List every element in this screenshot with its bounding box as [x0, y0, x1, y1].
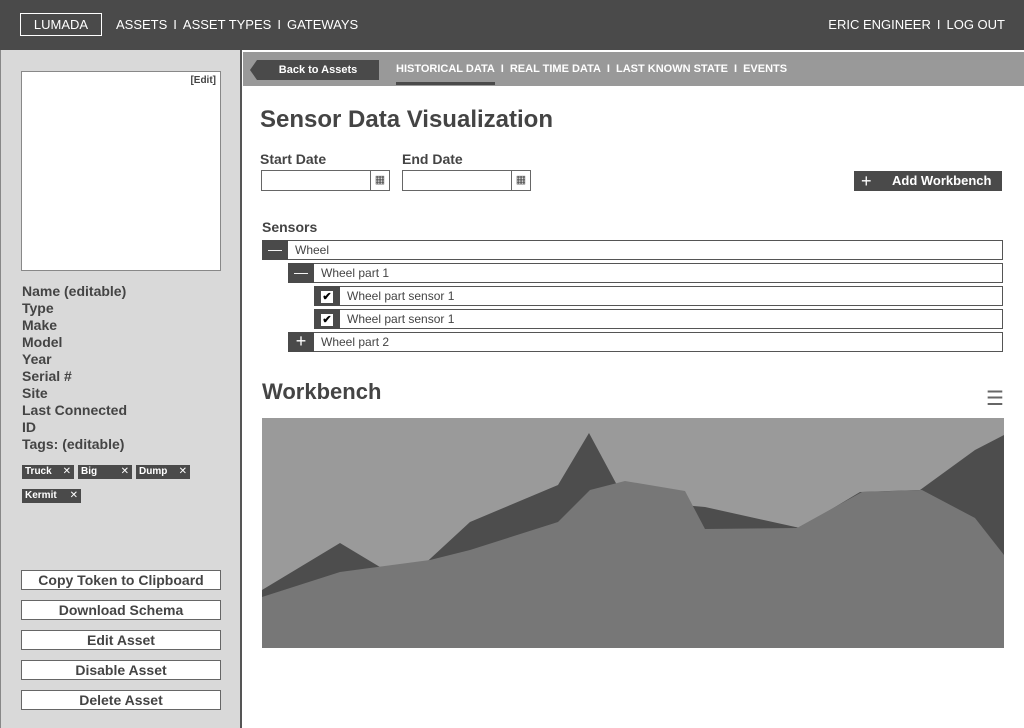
- start-date-label: Start Date: [260, 151, 327, 167]
- tree-label: Wheel part sensor 1: [347, 289, 455, 303]
- copy-token-button[interactable]: Copy Token to Clipboard: [21, 570, 221, 590]
- tree-label: Wheel part 1: [321, 266, 390, 280]
- add-workbench-button[interactable]: + Add Workbench: [854, 171, 1002, 191]
- remove-tag-icon[interactable]: ✕: [179, 465, 187, 479]
- tree-label: Wheel: [295, 243, 330, 257]
- main-nav: ASSETS I ASSET TYPES I GATEWAYS: [116, 17, 359, 32]
- tree-label: Wheel part 2: [321, 335, 390, 349]
- collapse-icon[interactable]: —: [262, 240, 288, 260]
- logout-link[interactable]: LOG OUT: [946, 17, 1005, 32]
- user-menu: ERIC ENGINEER I LOG OUT: [828, 17, 1005, 32]
- field-tags[interactable]: Tags: (editable): [22, 436, 127, 453]
- workbench-title: Workbench: [262, 379, 382, 404]
- nav-asset-types[interactable]: ASSET TYPES: [183, 17, 271, 32]
- top-bar: LUMADA ASSETS I ASSET TYPES I GATEWAYS ERIC …: [0, 0, 1024, 50]
- checkmark-icon: ✔: [321, 291, 333, 303]
- tree-node-wheel-part-1[interactable]: — Wheel part 1: [288, 263, 1003, 283]
- field-model: Model: [22, 334, 63, 350]
- field-id: ID: [22, 419, 36, 435]
- tag-label: Kermit: [25, 490, 57, 501]
- tag: Truck ✕: [22, 465, 74, 479]
- calendar-icon[interactable]: ▦: [370, 171, 389, 190]
- checkbox[interactable]: ✔: [314, 309, 340, 329]
- asset-image: [Edit]: [21, 71, 221, 271]
- user-name[interactable]: ERIC ENGINEER: [828, 17, 931, 32]
- tree-node-sensor[interactable]: ✔ Wheel part sensor 1: [314, 309, 1003, 329]
- checkmark-icon: ✔: [321, 314, 333, 326]
- expand-icon[interactable]: +: [288, 332, 314, 352]
- field-year: Year: [22, 351, 52, 367]
- tag: Big ✕: [78, 465, 132, 479]
- field-serial: Serial #: [22, 368, 72, 384]
- tag: Kermit ✕: [22, 489, 81, 503]
- collapse-icon[interactable]: —: [288, 263, 314, 283]
- tag: Dump ✕: [136, 465, 190, 479]
- field-last-connected: Last Connected: [22, 402, 128, 418]
- logo-button[interactable]: LUMADA: [20, 13, 102, 36]
- page-title: Sensor Data Visualization: [260, 106, 553, 133]
- end-date-label: End Date: [402, 151, 463, 167]
- tab-events[interactable]: EVENTS: [743, 63, 787, 75]
- workbench-chart: [262, 418, 1004, 648]
- field-type: Type: [22, 300, 54, 316]
- tag-list: Truck ✕ Big ✕ Dump ✕ Kermit ✕: [22, 461, 222, 509]
- delete-asset-button[interactable]: Delete Asset: [21, 690, 221, 710]
- sub-nav: Back to Assets HISTORICAL DATA I REAL TIME…: [243, 52, 1024, 86]
- sensors-label: Sensors: [262, 219, 318, 235]
- hamburger-menu-icon[interactable]: ☰: [986, 386, 1004, 411]
- edit-asset-button[interactable]: Edit Asset: [21, 630, 221, 650]
- remove-tag-icon[interactable]: ✕: [70, 489, 78, 503]
- tag-label: Truck: [25, 466, 52, 477]
- tag-label: Big: [81, 466, 98, 477]
- checkbox[interactable]: ✔: [314, 286, 340, 306]
- tab-historical-data[interactable]: HISTORICAL DATA: [396, 63, 495, 85]
- tree-node-wheel[interactable]: — Wheel: [262, 240, 1003, 260]
- end-date-input[interactable]: ▦: [402, 170, 531, 191]
- remove-tag-icon[interactable]: ✕: [121, 465, 129, 479]
- calendar-icon[interactable]: ▦: [511, 171, 530, 190]
- back-to-assets-button[interactable]: Back to Assets: [250, 60, 379, 80]
- add-workbench-label: Add Workbench: [892, 173, 992, 188]
- remove-tag-icon[interactable]: ✕: [63, 465, 71, 479]
- plus-icon: +: [861, 171, 872, 191]
- disable-asset-button[interactable]: Disable Asset: [21, 660, 221, 680]
- nav-gateways[interactable]: GATEWAYS: [287, 17, 358, 32]
- tab-last-known-state[interactable]: LAST KNOWN STATE: [616, 63, 728, 75]
- tabs: HISTORICAL DATA I REAL TIME DATA I LAST KNOW…: [396, 63, 787, 85]
- tab-real-time-data[interactable]: REAL TIME DATA: [510, 63, 601, 75]
- edit-image-link[interactable]: [Edit]: [190, 75, 216, 86]
- field-site: Site: [22, 385, 48, 401]
- field-name[interactable]: Name (editable): [22, 283, 127, 300]
- tree-node-sensor[interactable]: ✔ Wheel part sensor 1: [314, 286, 1003, 306]
- asset-fields: Name (editable) Type Make Model Year Ser…: [22, 283, 127, 453]
- sidebar: [Edit] Name (editable) Type Make Model Y…: [0, 50, 242, 728]
- tag-label: Dump: [139, 466, 168, 477]
- download-schema-button[interactable]: Download Schema: [21, 600, 221, 620]
- nav-assets[interactable]: ASSETS: [116, 17, 167, 32]
- tree-label: Wheel part sensor 1: [347, 312, 455, 326]
- tree-node-wheel-part-2[interactable]: + Wheel part 2: [288, 332, 1003, 352]
- start-date-input[interactable]: ▦: [261, 170, 390, 191]
- field-make: Make: [22, 317, 58, 333]
